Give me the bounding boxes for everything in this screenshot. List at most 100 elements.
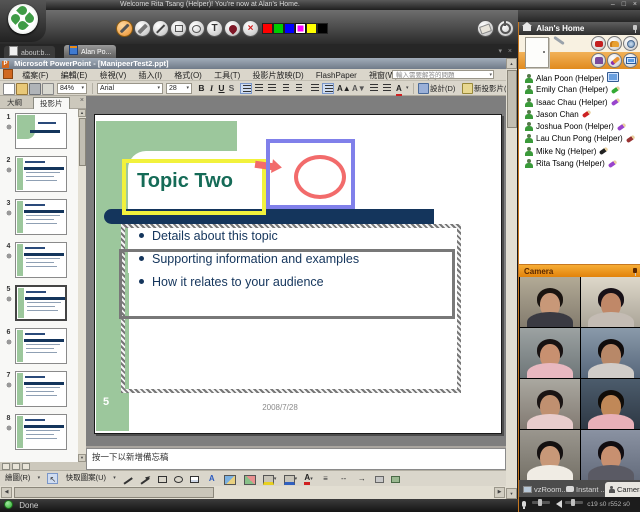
color-swatch[interactable] [295, 23, 306, 34]
camera-feed[interactable] [520, 430, 580, 480]
decrease-indent-button[interactable] [368, 83, 380, 94]
user-row[interactable]: Emily Chan (Helper) [519, 84, 640, 96]
user-row[interactable]: Rita Tsang (Helper) [519, 158, 640, 170]
select-arrow-button[interactable]: ↖ [47, 473, 58, 484]
home-panel-header[interactable]: Alan's Home [519, 22, 640, 35]
slide-thumbnail[interactable] [15, 285, 67, 321]
notes-pane[interactable]: 按一下以新增備忘稿 [86, 448, 506, 470]
slideshow-view-button[interactable] [22, 463, 30, 470]
bold-button[interactable]: B [197, 83, 206, 94]
draw-menu[interactable]: 繪圖(R) [5, 471, 30, 485]
text-tool-button[interactable]: T [206, 20, 223, 37]
rectangle-tool-icon[interactable] [158, 476, 167, 483]
slide-thumbnail[interactable] [15, 199, 67, 235]
screen-share-button[interactable] [623, 53, 638, 68]
vertical-scrollbar[interactable]: ▲ ▼ [506, 58, 517, 499]
oval-tool-icon[interactable] [174, 476, 183, 483]
shadow-button[interactable]: S [227, 83, 236, 94]
zoom-select[interactable]: 84%▾ [57, 83, 87, 94]
tab-camera[interactable]: Camera [605, 482, 640, 497]
user-row[interactable]: Lau Chun Pong (Helper) [519, 133, 640, 145]
decrease-font-button[interactable]: A▼ [352, 83, 366, 94]
pencil-tool-button[interactable] [152, 20, 169, 37]
slide-thumbnail[interactable] [15, 156, 67, 192]
slide-thumbnail[interactable] [15, 242, 67, 278]
camera-feed[interactable] [520, 277, 580, 327]
tab-instant-message[interactable]: Instant ... [563, 482, 610, 497]
scroll-right-icon[interactable]: ▶ [494, 487, 505, 498]
power-button[interactable] [497, 20, 514, 37]
slide-thumbnail[interactable] [15, 328, 67, 364]
color-swatch[interactable] [317, 23, 328, 34]
increase-indent-button[interactable] [381, 83, 393, 94]
speaker-icon[interactable] [556, 500, 562, 508]
scroll-thumb[interactable] [79, 118, 86, 166]
font-select[interactable]: Arial▾ [97, 83, 163, 94]
numbered-list-button[interactable] [309, 83, 321, 94]
color-swatch[interactable] [273, 23, 284, 34]
print-icon[interactable] [29, 83, 41, 95]
tab-outline[interactable]: 大綱 [1, 97, 28, 109]
bullet-list-button[interactable] [322, 83, 334, 94]
wrench-icon[interactable] [553, 36, 565, 45]
line-spacing-button[interactable] [281, 83, 293, 94]
increase-font-button[interactable]: A▲ [337, 83, 351, 94]
marker-button[interactable] [607, 53, 622, 68]
wipe-annotations-button[interactable] [477, 20, 494, 37]
handshake-button[interactable] [607, 36, 622, 51]
wordart-icon[interactable]: A [206, 473, 217, 484]
align-left-button[interactable] [240, 83, 252, 94]
door-icon[interactable] [525, 37, 549, 68]
arrow-tool-icon[interactable] [141, 478, 150, 485]
textbox-tool-icon[interactable] [190, 476, 199, 483]
camera-feed[interactable] [520, 328, 580, 378]
italic-button[interactable]: I [207, 83, 216, 94]
user-row[interactable]: Isaac Chau (Helper) [519, 97, 640, 109]
tab-alan-home[interactable]: Alan Po... [64, 45, 116, 58]
scroll-down-icon[interactable]: ▼ [506, 488, 517, 499]
threed-style-icon[interactable] [391, 476, 400, 483]
user-row[interactable]: Mike Ng (Helper) [519, 146, 640, 158]
camera-feed[interactable] [520, 379, 580, 429]
font-color-dropdown-icon[interactable]: ▾ [406, 83, 409, 94]
marker-tool-button[interactable] [134, 20, 151, 37]
line-color-icon[interactable] [284, 475, 295, 485]
line-tool-icon[interactable] [124, 478, 133, 485]
thumbnails-scrollbar[interactable]: ▲ ▼ [78, 109, 86, 462]
scroll-down-icon[interactable]: ▼ [78, 454, 86, 462]
slide-canvas[interactable]: Topic Two Details about this topic Suppo… [94, 114, 502, 434]
user-row[interactable]: Jason Chan [519, 109, 640, 121]
diagram-icon[interactable] [224, 475, 236, 485]
slide-thumbnail[interactable] [15, 414, 67, 450]
color-swatch[interactable] [262, 23, 273, 34]
slide-thumbnail[interactable] [15, 371, 67, 407]
color-swatch[interactable] [284, 23, 295, 34]
speaker-volume-slider[interactable] [565, 501, 583, 504]
normal-view-button[interactable] [2, 463, 10, 470]
tab-slides[interactable]: 投影片 [33, 97, 70, 109]
tab-about-blank[interactable]: about:b... [4, 46, 55, 58]
design-button[interactable]: 設計(D) [430, 83, 455, 94]
pane-close-icon[interactable]: × [80, 97, 84, 104]
font-size-select[interactable]: 28▾ [166, 83, 192, 94]
pen-tool-button[interactable] [116, 20, 133, 37]
pin-icon[interactable] [633, 268, 637, 273]
vscroll-thumb[interactable] [507, 70, 517, 128]
scroll-up-icon[interactable]: ▲ [78, 109, 86, 117]
restore-button[interactable]: □ [622, 0, 626, 10]
camera-feed[interactable] [581, 328, 640, 378]
sorter-view-button[interactable] [12, 463, 20, 470]
minimize-button[interactable]: – [611, 0, 615, 10]
color-swatch[interactable] [306, 23, 317, 34]
pin-icon[interactable] [633, 25, 637, 30]
tab-scroll-icon[interactable]: ▾ [498, 46, 502, 58]
user-row[interactable]: Alan Poon (Helper) [519, 72, 640, 84]
close-button[interactable]: × [633, 0, 637, 10]
tab-close-icon[interactable]: × [508, 46, 512, 58]
autoshapes-menu[interactable]: 快取圖案(U) [66, 471, 106, 485]
dash-style-icon[interactable]: -- [338, 473, 349, 484]
raise-hand-button[interactable] [591, 53, 606, 68]
camera-feed[interactable] [581, 277, 640, 327]
web-tour-button[interactable] [623, 36, 638, 51]
meeting-button[interactable] [591, 36, 606, 51]
